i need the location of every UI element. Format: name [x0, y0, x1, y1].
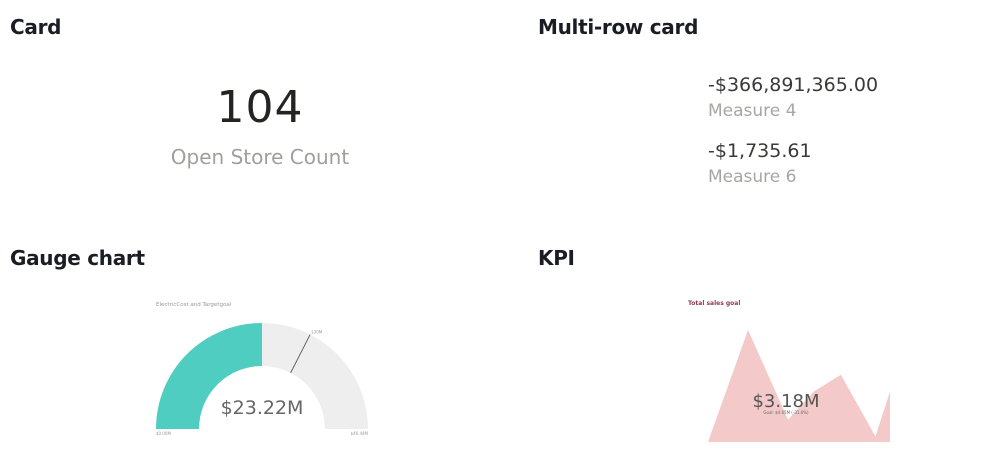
kpi-visual[interactable]: Total sales goal $3.18M Goal: $4.65M (-3… — [682, 296, 892, 444]
gauge-min-label: $0.00M — [156, 431, 171, 436]
gauge-target-label: $30M — [311, 330, 323, 335]
gauge-chart-section-title: Gauge chart — [10, 246, 145, 270]
kpi-title: Total sales goal — [688, 300, 740, 307]
multirow-card-section-title: Multi-row card — [538, 15, 699, 39]
gauge-value-label: $23.22M — [221, 397, 304, 419]
card-section-title: Card — [10, 15, 62, 39]
kpi-chart-svg: Total sales goal $3.18M Goal: $4.65M (-3… — [688, 300, 890, 442]
card-label: Open Store Count — [170, 145, 350, 169]
card-value: 104 — [216, 82, 304, 133]
kpi-goal-label: Goal: $4.65M (-31.6%) — [763, 410, 809, 415]
multirow-card-label-1: Measure 4 — [708, 101, 797, 121]
kpi-section-title: KPI — [538, 246, 575, 270]
multirow-card-label-2: Measure 6 — [708, 167, 797, 187]
multirow-card-value-2: -$1,735.61 — [708, 140, 812, 162]
gauge-title: ElectricCost and Targetgoal — [156, 302, 232, 308]
gauge-chart-svg: ElectricCost and Targetgoal $30M $23.22M… — [156, 302, 369, 436]
kpi-trend-area — [708, 330, 890, 442]
gauge-chart-visual[interactable]: ElectricCost and Targetgoal $30M $23.22M… — [150, 296, 380, 440]
kpi-value-label: $3.18M — [752, 391, 819, 412]
multirow-card-value-1: -$366,891,365.00 — [708, 74, 879, 96]
gauge-max-label: $46.44M — [351, 431, 369, 436]
